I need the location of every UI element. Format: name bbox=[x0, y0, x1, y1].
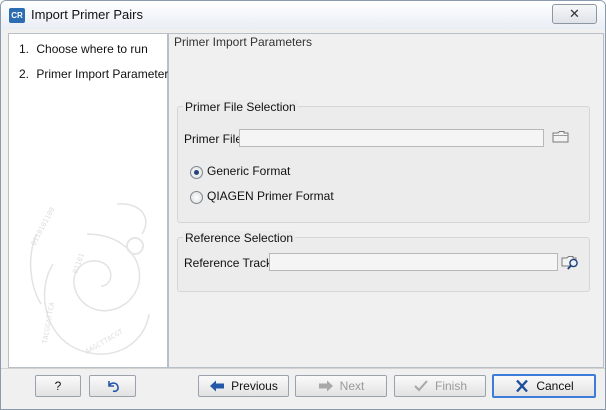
close-button[interactable]: ✕ bbox=[552, 4, 597, 24]
step-label: Choose where to run bbox=[36, 42, 148, 56]
step-number: 2. bbox=[19, 67, 30, 81]
group-title: Reference Selection bbox=[183, 231, 296, 245]
app-icon: CR bbox=[9, 8, 25, 23]
spiral-watermark-icon: 0110101100 TACGGATTCA AAGCTTACGT 01101 bbox=[30, 203, 150, 356]
content-panel: Primer Import Parameters Primer File Sel… bbox=[168, 33, 604, 368]
steps-panel: 1. Choose where to run 2. Primer Import … bbox=[8, 33, 174, 368]
reset-button[interactable] bbox=[89, 375, 136, 397]
button-bar: ? Previous Next Finish Cancel bbox=[1, 368, 605, 409]
finish-button[interactable]: Finish bbox=[394, 375, 486, 397]
finish-label: Finish bbox=[434, 379, 467, 393]
previous-label: Previous bbox=[231, 379, 278, 393]
primer-file-selection-group: Primer File Selection Primer File Generi… bbox=[177, 100, 590, 223]
next-button[interactable]: Next bbox=[295, 375, 387, 397]
cancel-label: Cancel bbox=[536, 379, 574, 393]
arrow-left-icon bbox=[209, 379, 225, 393]
window-title: Import Primer Pairs bbox=[31, 7, 143, 22]
primer-file-label: Primer File bbox=[184, 132, 243, 146]
checkmark-icon bbox=[413, 379, 429, 393]
page-title: Primer Import Parameters bbox=[174, 35, 313, 49]
radio-unselected-icon bbox=[190, 191, 203, 204]
cancel-x-icon bbox=[514, 379, 530, 393]
folder-icon[interactable] bbox=[552, 129, 572, 149]
title-bar: CR Import Primer Pairs ✕ bbox=[1, 1, 605, 29]
step-number: 1. bbox=[19, 42, 30, 56]
arrow-right-icon bbox=[318, 379, 334, 393]
help-button[interactable]: ? bbox=[35, 375, 81, 397]
reference-track-label: Reference Track bbox=[184, 256, 273, 270]
import-primer-pairs-dialog: CR Import Primer Pairs ✕ 1. Choose where… bbox=[0, 0, 606, 410]
svg-text:TACGGATTCA: TACGGATTCA bbox=[41, 301, 56, 345]
close-icon: ✕ bbox=[569, 6, 580, 21]
reference-track-input[interactable] bbox=[269, 253, 558, 271]
reference-selection-group: Reference Selection Reference Track bbox=[177, 231, 590, 292]
svg-text:0110101100: 0110101100 bbox=[30, 206, 57, 247]
radio-selected-icon bbox=[190, 166, 203, 179]
group-title: Primer File Selection bbox=[183, 100, 298, 114]
folder-search-icon[interactable] bbox=[561, 253, 581, 273]
primer-file-input[interactable] bbox=[239, 129, 544, 147]
previous-button[interactable]: Previous bbox=[198, 375, 289, 397]
help-label: ? bbox=[54, 379, 62, 393]
step-choose-where-to-run[interactable]: 1. Choose where to run bbox=[19, 42, 148, 56]
step-label: Primer Import Parameters bbox=[36, 67, 175, 81]
radio-label: QIAGEN Primer Format bbox=[207, 189, 334, 203]
reset-arrow-icon bbox=[105, 379, 121, 393]
step-primer-import-parameters[interactable]: 2. Primer Import Parameters bbox=[19, 67, 174, 81]
next-label: Next bbox=[339, 379, 365, 393]
cancel-button[interactable]: Cancel bbox=[492, 374, 596, 398]
radio-label: Generic Format bbox=[207, 164, 291, 178]
